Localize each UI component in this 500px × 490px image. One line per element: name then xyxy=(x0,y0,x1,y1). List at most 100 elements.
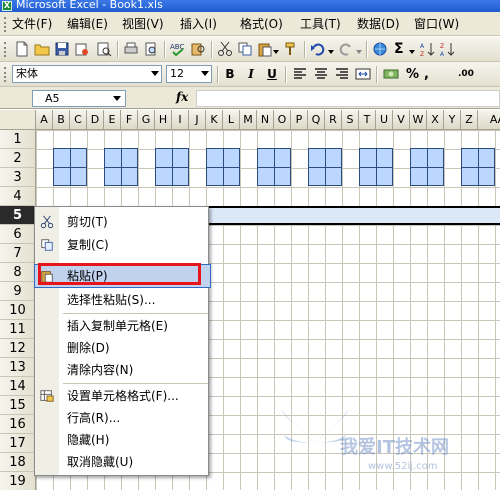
menu-item-format-cells[interactable]: 设置单元格格式(F)... xyxy=(35,385,210,407)
permission-icon[interactable] xyxy=(74,41,90,57)
row-header-6[interactable]: 6 xyxy=(0,225,36,244)
column-header-aa[interactable]: AA xyxy=(478,110,500,130)
menu-window[interactable]: 窗口(W) xyxy=(414,16,459,32)
blue-grid-shape[interactable] xyxy=(155,148,189,186)
column-header-k[interactable]: K xyxy=(206,110,223,130)
research-icon[interactable] xyxy=(190,41,206,57)
menu-item-delete[interactable]: 删除(D) xyxy=(35,337,210,359)
row-header-14[interactable]: 14 xyxy=(0,377,36,396)
row-header-4[interactable]: 4 xyxy=(0,187,36,206)
row-header-17[interactable]: 17 xyxy=(0,434,36,453)
select-all-corner[interactable] xyxy=(0,110,36,130)
font-size-select[interactable]: 12 xyxy=(166,65,212,83)
column-header-q[interactable]: Q xyxy=(308,110,325,130)
row-header-11[interactable]: 11 xyxy=(0,320,36,339)
blue-grid-shape[interactable] xyxy=(53,148,87,186)
copy-icon[interactable] xyxy=(237,41,253,57)
column-header-r[interactable]: R xyxy=(325,110,342,130)
column-header-n[interactable]: N xyxy=(257,110,274,130)
name-box[interactable]: A5 xyxy=(32,90,126,107)
row-header-12[interactable]: 12 xyxy=(0,339,36,358)
row-header-7[interactable]: 7 xyxy=(0,244,36,263)
new-document-icon[interactable] xyxy=(14,41,30,57)
row-header-15[interactable]: 15 xyxy=(0,396,36,415)
blue-grid-shape[interactable] xyxy=(359,148,393,186)
spelling-icon[interactable]: ABC xyxy=(170,41,186,57)
row-header-18[interactable]: 18 xyxy=(0,453,36,472)
open-folder-icon[interactable] xyxy=(34,41,50,57)
row-header-9[interactable]: 9 xyxy=(0,282,36,301)
row-header-16[interactable]: 16 xyxy=(0,415,36,434)
column-header-d[interactable]: D xyxy=(87,110,104,130)
column-header-u[interactable]: U xyxy=(376,110,393,130)
blue-grid-shape[interactable] xyxy=(461,148,495,186)
align-left-icon[interactable] xyxy=(292,66,308,82)
paste-icon[interactable] xyxy=(257,41,273,57)
row-header-19[interactable]: 19 xyxy=(0,472,36,490)
cut-icon[interactable] xyxy=(217,41,233,57)
blue-grid-shape[interactable] xyxy=(257,148,291,186)
undo-dropdown-arrow[interactable] xyxy=(328,50,334,54)
percent-style-button[interactable]: % xyxy=(406,66,419,83)
menu-item-hide[interactable]: 隐藏(H) xyxy=(35,429,210,451)
blue-grid-shape[interactable] xyxy=(308,148,342,186)
row-header-5[interactable]: 5 xyxy=(0,206,36,225)
hyperlink-icon[interactable] xyxy=(372,41,388,57)
column-header-c[interactable]: C xyxy=(70,110,87,130)
increase-decimal-button[interactable]: .00 xyxy=(458,67,474,81)
autosum-icon[interactable]: Σ xyxy=(394,41,404,58)
merge-center-icon[interactable] xyxy=(355,66,371,82)
redo-icon[interactable] xyxy=(338,41,354,57)
currency-style-icon[interactable] xyxy=(383,66,399,82)
menubar-grip-handle[interactable] xyxy=(4,17,9,32)
row-header-13[interactable]: 13 xyxy=(0,358,36,377)
menu-format[interactable]: 格式(O) xyxy=(240,16,283,32)
column-header-j[interactable]: J xyxy=(189,110,206,130)
column-header-v[interactable]: V xyxy=(393,110,410,130)
sort-ascending-icon[interactable]: AZ xyxy=(420,41,436,57)
menu-item-copy[interactable]: 复制(C) xyxy=(35,234,210,256)
row-header-10[interactable]: 10 xyxy=(0,301,36,320)
menu-item-cut[interactable]: 剪切(T) xyxy=(35,211,210,233)
column-header-x[interactable]: X xyxy=(427,110,444,130)
menu-edit[interactable]: 编辑(E) xyxy=(67,16,108,32)
column-header-e[interactable]: E xyxy=(104,110,121,130)
menu-item-paste-special[interactable]: 选择性粘贴(S)... xyxy=(35,289,210,311)
menu-item-row-height[interactable]: 行高(R)... xyxy=(35,407,210,429)
column-header-i[interactable]: I xyxy=(172,110,189,130)
menu-insert[interactable]: 插入(I) xyxy=(180,16,217,32)
redo-dropdown-arrow[interactable] xyxy=(356,50,362,54)
undo-icon[interactable] xyxy=(310,41,326,57)
toolbar-grip-handle[interactable] xyxy=(4,42,9,57)
row-header-1[interactable]: 1 xyxy=(0,130,36,149)
insert-function-icon[interactable]: fx xyxy=(176,90,188,104)
row-header-3[interactable]: 3 xyxy=(0,168,36,187)
toolbar-grip-handle[interactable] xyxy=(4,67,9,82)
menu-item-insert-copied-cells[interactable]: 插入复制单元格(E) xyxy=(35,315,210,337)
blue-grid-shape[interactable] xyxy=(206,148,240,186)
save-icon[interactable] xyxy=(54,41,70,57)
row-header-8[interactable]: 8 xyxy=(0,263,36,282)
column-header-a[interactable]: A xyxy=(36,110,53,130)
print-preview-icon[interactable] xyxy=(96,41,112,57)
column-header-y[interactable]: Y xyxy=(444,110,461,130)
blue-grid-shape[interactable] xyxy=(410,148,444,186)
align-right-icon[interactable] xyxy=(334,66,350,82)
column-header-h[interactable]: H xyxy=(155,110,172,130)
column-header-f[interactable]: F xyxy=(121,110,138,130)
menu-item-unhide[interactable]: 取消隐藏(U) xyxy=(35,451,210,473)
column-header-s[interactable]: S xyxy=(342,110,359,130)
column-header-o[interactable]: O xyxy=(274,110,291,130)
underline-button[interactable]: U xyxy=(264,66,280,83)
menu-data[interactable]: 数据(D) xyxy=(357,16,400,32)
print-icon[interactable] xyxy=(123,41,139,57)
print-preview-doc-icon[interactable] xyxy=(143,41,159,57)
menu-tools[interactable]: 工具(T) xyxy=(300,16,341,32)
italic-button[interactable]: I xyxy=(243,66,259,83)
format-painter-icon[interactable] xyxy=(283,41,299,57)
menu-item-clear-contents[interactable]: 清除内容(N) xyxy=(35,359,210,381)
paste-dropdown-arrow[interactable] xyxy=(273,50,279,54)
row-header-2[interactable]: 2 xyxy=(0,149,36,168)
bold-button[interactable]: B xyxy=(222,66,238,83)
font-name-select[interactable]: 宋体 xyxy=(12,65,162,83)
